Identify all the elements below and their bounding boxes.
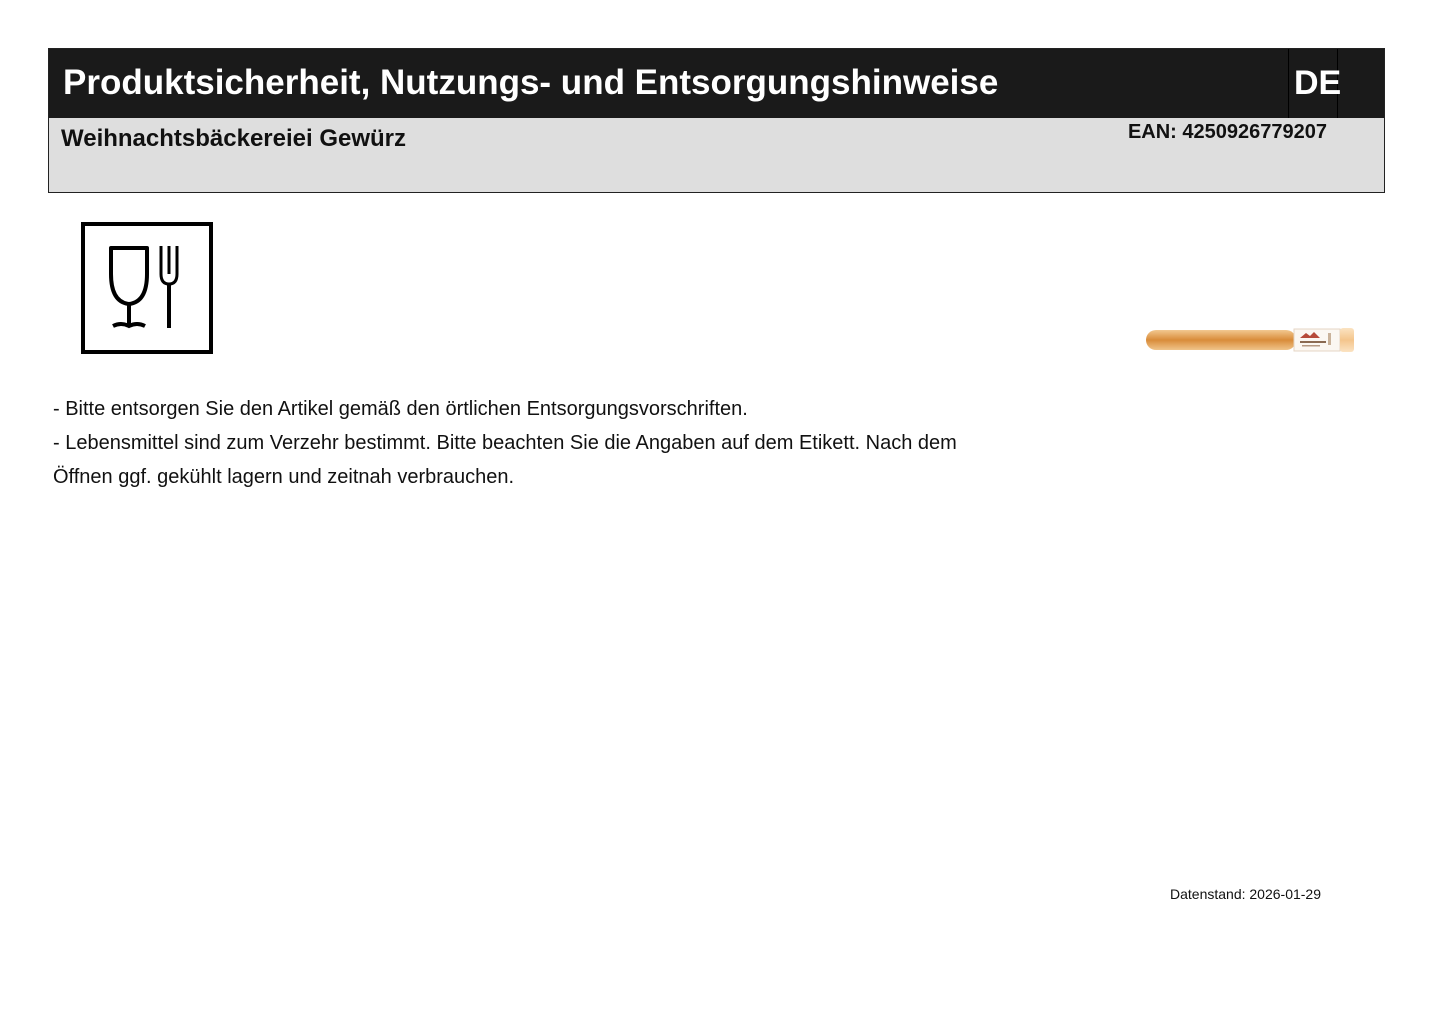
- spice-tube-image: [1144, 322, 1356, 358]
- product-name: Weihnachtsbäckereiei Gewürz: [61, 125, 407, 152]
- notes-section: - Bitte entsorgen Sie den Artikel gemäß …: [53, 392, 1013, 494]
- document-title: Produktsicherheit, Nutzungs- und Entsorg…: [63, 63, 999, 102]
- title-bar: Produktsicherheit, Nutzungs- und Entsorg…: [49, 49, 1384, 118]
- ean-code: EAN: 4250926779207: [1127, 121, 1327, 143]
- language-code: DE: [1288, 49, 1341, 118]
- disposal-note: - Bitte entsorgen Sie den Artikel gemäß …: [53, 398, 748, 420]
- document-header: Produktsicherheit, Nutzungs- und Entsorg…: [48, 48, 1385, 193]
- glass-fork-icon: [81, 222, 213, 354]
- date-stamp: Datenstand: 2026-01-29: [1170, 886, 1321, 902]
- food-usage-note: - Lebensmittel sind zum Verzehr bestimmt…: [53, 432, 957, 488]
